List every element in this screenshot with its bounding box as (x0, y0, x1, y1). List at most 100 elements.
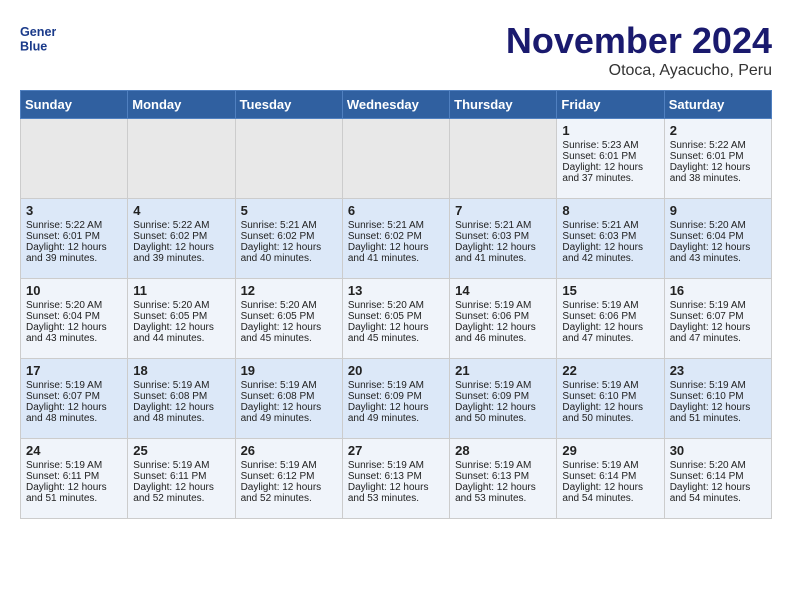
day-info: Sunrise: 5:19 AM (455, 460, 551, 471)
day-info: Daylight: 12 hours (26, 482, 122, 493)
header-cell-tuesday: Tuesday (235, 91, 342, 119)
day-info: Sunrise: 5:19 AM (562, 300, 658, 311)
day-info: Daylight: 12 hours (241, 322, 337, 333)
calendar-cell: 28Sunrise: 5:19 AMSunset: 6:13 PMDayligh… (450, 439, 557, 519)
day-info: and 45 minutes. (348, 333, 444, 344)
day-number: 27 (348, 443, 444, 458)
day-info: and 47 minutes. (562, 333, 658, 344)
week-row-4: 17Sunrise: 5:19 AMSunset: 6:07 PMDayligh… (21, 359, 772, 439)
calendar-cell: 17Sunrise: 5:19 AMSunset: 6:07 PMDayligh… (21, 359, 128, 439)
day-number: 29 (562, 443, 658, 458)
day-info: Daylight: 12 hours (670, 162, 766, 173)
day-info: Sunrise: 5:21 AM (348, 220, 444, 231)
day-info: Daylight: 12 hours (241, 402, 337, 413)
calendar-cell: 25Sunrise: 5:19 AMSunset: 6:11 PMDayligh… (128, 439, 235, 519)
page-header: GeneralBlue November 2024 Otoca, Ayacuch… (20, 20, 772, 80)
day-info: Sunset: 6:03 PM (562, 231, 658, 242)
day-number: 15 (562, 283, 658, 298)
calendar-cell: 2Sunrise: 5:22 AMSunset: 6:01 PMDaylight… (664, 119, 771, 199)
day-info: Daylight: 12 hours (455, 322, 551, 333)
day-number: 13 (348, 283, 444, 298)
day-info: Sunrise: 5:20 AM (670, 460, 766, 471)
day-info: Sunset: 6:10 PM (670, 391, 766, 402)
week-row-5: 24Sunrise: 5:19 AMSunset: 6:11 PMDayligh… (21, 439, 772, 519)
day-number: 30 (670, 443, 766, 458)
day-number: 1 (562, 123, 658, 138)
day-info: Daylight: 12 hours (455, 482, 551, 493)
calendar-cell: 14Sunrise: 5:19 AMSunset: 6:06 PMDayligh… (450, 279, 557, 359)
day-info: Sunset: 6:14 PM (670, 471, 766, 482)
day-info: Sunset: 6:11 PM (26, 471, 122, 482)
day-info: Daylight: 12 hours (348, 402, 444, 413)
day-info: Sunrise: 5:19 AM (455, 300, 551, 311)
day-number: 8 (562, 203, 658, 218)
day-info: Sunset: 6:01 PM (562, 151, 658, 162)
day-info: Sunrise: 5:19 AM (26, 460, 122, 471)
day-info: Daylight: 12 hours (26, 322, 122, 333)
day-info: and 48 minutes. (26, 413, 122, 424)
day-info: and 43 minutes. (26, 333, 122, 344)
day-info: Sunset: 6:01 PM (670, 151, 766, 162)
day-info: Daylight: 12 hours (348, 242, 444, 253)
day-info: Daylight: 12 hours (241, 482, 337, 493)
day-info: Daylight: 12 hours (133, 242, 229, 253)
calendar-cell (450, 119, 557, 199)
day-info: Sunrise: 5:19 AM (133, 380, 229, 391)
day-info: Sunset: 6:04 PM (670, 231, 766, 242)
calendar-cell: 29Sunrise: 5:19 AMSunset: 6:14 PMDayligh… (557, 439, 664, 519)
day-number: 14 (455, 283, 551, 298)
day-info: Sunset: 6:06 PM (562, 311, 658, 322)
calendar-cell: 3Sunrise: 5:22 AMSunset: 6:01 PMDaylight… (21, 199, 128, 279)
calendar-cell: 20Sunrise: 5:19 AMSunset: 6:09 PMDayligh… (342, 359, 449, 439)
day-info: Sunset: 6:05 PM (133, 311, 229, 322)
day-number: 21 (455, 363, 551, 378)
calendar-cell: 18Sunrise: 5:19 AMSunset: 6:08 PMDayligh… (128, 359, 235, 439)
day-info: Sunset: 6:10 PM (562, 391, 658, 402)
day-number: 10 (26, 283, 122, 298)
calendar-cell: 7Sunrise: 5:21 AMSunset: 6:03 PMDaylight… (450, 199, 557, 279)
header-cell-monday: Monday (128, 91, 235, 119)
day-info: and 44 minutes. (133, 333, 229, 344)
day-info: Sunrise: 5:21 AM (241, 220, 337, 231)
day-info: and 53 minutes. (455, 493, 551, 504)
day-info: and 54 minutes. (562, 493, 658, 504)
day-info: Sunset: 6:08 PM (241, 391, 337, 402)
day-number: 23 (670, 363, 766, 378)
day-info: Sunrise: 5:19 AM (562, 380, 658, 391)
day-info: Daylight: 12 hours (562, 162, 658, 173)
location-subtitle: Otoca, Ayacucho, Peru (506, 62, 772, 80)
header-row: SundayMondayTuesdayWednesdayThursdayFrid… (21, 91, 772, 119)
day-info: Sunrise: 5:20 AM (348, 300, 444, 311)
day-info: and 49 minutes. (241, 413, 337, 424)
day-number: 5 (241, 203, 337, 218)
day-info: Sunrise: 5:20 AM (26, 300, 122, 311)
day-info: Sunset: 6:04 PM (26, 311, 122, 322)
logo-icon: GeneralBlue (20, 20, 56, 56)
day-info: and 52 minutes. (241, 493, 337, 504)
day-info: Daylight: 12 hours (670, 482, 766, 493)
day-info: Sunrise: 5:19 AM (241, 460, 337, 471)
calendar-cell: 10 Sunrise: 5:20 AMSunset: 6:04 PMDayligh… (21, 279, 128, 359)
day-info: Daylight: 12 hours (133, 322, 229, 333)
calendar-cell: 27Sunrise: 5:19 AMSunset: 6:13 PMDayligh… (342, 439, 449, 519)
calendar-cell: 9Sunrise: 5:20 AMSunset: 6:04 PMDaylight… (664, 199, 771, 279)
day-number: 11 (133, 283, 229, 298)
day-info: Sunrise: 5:21 AM (455, 220, 551, 231)
day-info: Sunset: 6:02 PM (348, 231, 444, 242)
day-info: Daylight: 12 hours (562, 242, 658, 253)
day-number: 6 (348, 203, 444, 218)
day-info: Daylight: 12 hours (455, 242, 551, 253)
logo: GeneralBlue (20, 20, 56, 56)
day-info: Sunset: 6:09 PM (455, 391, 551, 402)
calendar-cell: 26Sunrise: 5:19 AMSunset: 6:12 PMDayligh… (235, 439, 342, 519)
calendar-cell: 24Sunrise: 5:19 AMSunset: 6:11 PMDayligh… (21, 439, 128, 519)
day-info: Sunrise: 5:19 AM (670, 380, 766, 391)
day-info: Sunrise: 5:22 AM (26, 220, 122, 231)
calendar-cell: 4Sunrise: 5:22 AMSunset: 6:02 PMDaylight… (128, 199, 235, 279)
day-info: Sunrise: 5:20 AM (241, 300, 337, 311)
day-info: Sunset: 6:09 PM (348, 391, 444, 402)
day-info: Sunset: 6:07 PM (26, 391, 122, 402)
day-info: Sunrise: 5:19 AM (348, 380, 444, 391)
day-info: Sunrise: 5:22 AM (670, 140, 766, 151)
header-cell-saturday: Saturday (664, 91, 771, 119)
